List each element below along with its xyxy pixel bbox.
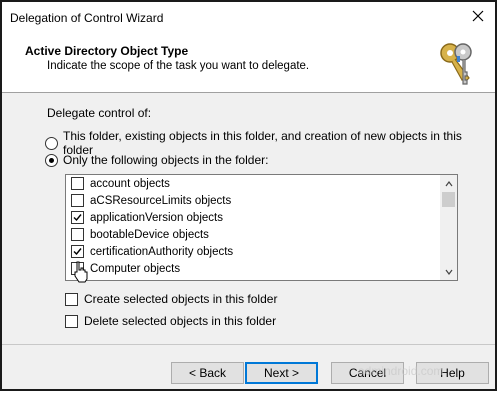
- close-button[interactable]: [467, 5, 489, 27]
- vertical-scrollbar[interactable]: [440, 175, 457, 280]
- next-button[interactable]: Next >: [245, 362, 318, 384]
- list-item[interactable]: applicationVersion objects: [66, 209, 440, 226]
- title-bar: Delegation of Control Wizard: [2, 2, 495, 32]
- object-checkbox[interactable]: [71, 211, 84, 224]
- list-item[interactable]: aCSResourceLimits objects: [66, 192, 440, 209]
- scroll-down-button[interactable]: [440, 263, 457, 280]
- object-checkbox[interactable]: [71, 228, 84, 241]
- object-label: aCSResourceLimits objects: [90, 194, 232, 207]
- chevron-up-icon: [445, 180, 452, 186]
- wizard-header: Active Directory Object Type Indicate th…: [2, 32, 495, 93]
- create-objects-checkbox-row[interactable]: Create selected objects in this folder: [65, 292, 277, 306]
- object-checkbox[interactable]: [71, 177, 84, 190]
- object-type-list[interactable]: account objects aCSResourceLimits objects…: [65, 174, 458, 281]
- delete-objects-label: Delete selected objects in this folder: [84, 314, 277, 328]
- checkmark-icon: [73, 248, 82, 256]
- object-label: Computer objects: [90, 262, 181, 275]
- wizard-window: Delegation of Control Wizard Active Dire…: [0, 0, 497, 391]
- radio-label: Only the following objects in the folder…: [63, 153, 269, 167]
- page-title: Active Directory Object Type: [25, 44, 189, 58]
- list-item[interactable]: certificationAuthority objects: [66, 243, 440, 260]
- page-subtitle: Indicate the scope of the task you want …: [47, 60, 310, 72]
- help-button[interactable]: Help: [416, 362, 489, 384]
- checkmark-icon: [73, 214, 82, 222]
- scroll-thumb[interactable]: [442, 192, 455, 207]
- delete-objects-checkbox[interactable]: [65, 314, 78, 328]
- radio-button[interactable]: [45, 136, 58, 150]
- object-checkbox[interactable]: [71, 194, 84, 207]
- back-button[interactable]: < Back: [171, 362, 244, 384]
- object-label: bootableDevice objects: [90, 228, 209, 241]
- chevron-down-icon: [445, 269, 452, 275]
- object-list-items: account objects aCSResourceLimits objects…: [66, 175, 440, 277]
- radio-following-objects[interactable]: Only the following objects in the folder…: [45, 153, 268, 167]
- keys-icon: [440, 43, 472, 85]
- list-item[interactable]: bootableDevice objects: [66, 226, 440, 243]
- close-icon: [472, 10, 484, 22]
- object-label: certificationAuthority objects: [90, 245, 234, 258]
- create-objects-checkbox[interactable]: [65, 292, 78, 306]
- wizard-footer: < Back Next > Cancel Help admindroid.com: [2, 344, 495, 391]
- delegate-label: Delegate control of:: [47, 106, 152, 120]
- list-item[interactable]: Computer objects: [66, 260, 440, 277]
- cancel-button[interactable]: Cancel: [331, 362, 404, 384]
- window-title: Delegation of Control Wizard: [10, 11, 164, 25]
- radio-button[interactable]: [45, 153, 58, 167]
- object-checkbox[interactable]: [71, 262, 84, 275]
- delete-objects-checkbox-row[interactable]: Delete selected objects in this folder: [65, 314, 276, 328]
- create-objects-label: Create selected objects in this folder: [84, 292, 278, 306]
- object-label: applicationVersion objects: [90, 211, 223, 224]
- object-checkbox[interactable]: [71, 245, 84, 258]
- list-item[interactable]: account objects: [66, 175, 440, 192]
- wizard-body: Delegate control of: This folder, existi…: [2, 94, 495, 338]
- scroll-up-button[interactable]: [440, 175, 457, 192]
- object-label: account objects: [90, 177, 170, 190]
